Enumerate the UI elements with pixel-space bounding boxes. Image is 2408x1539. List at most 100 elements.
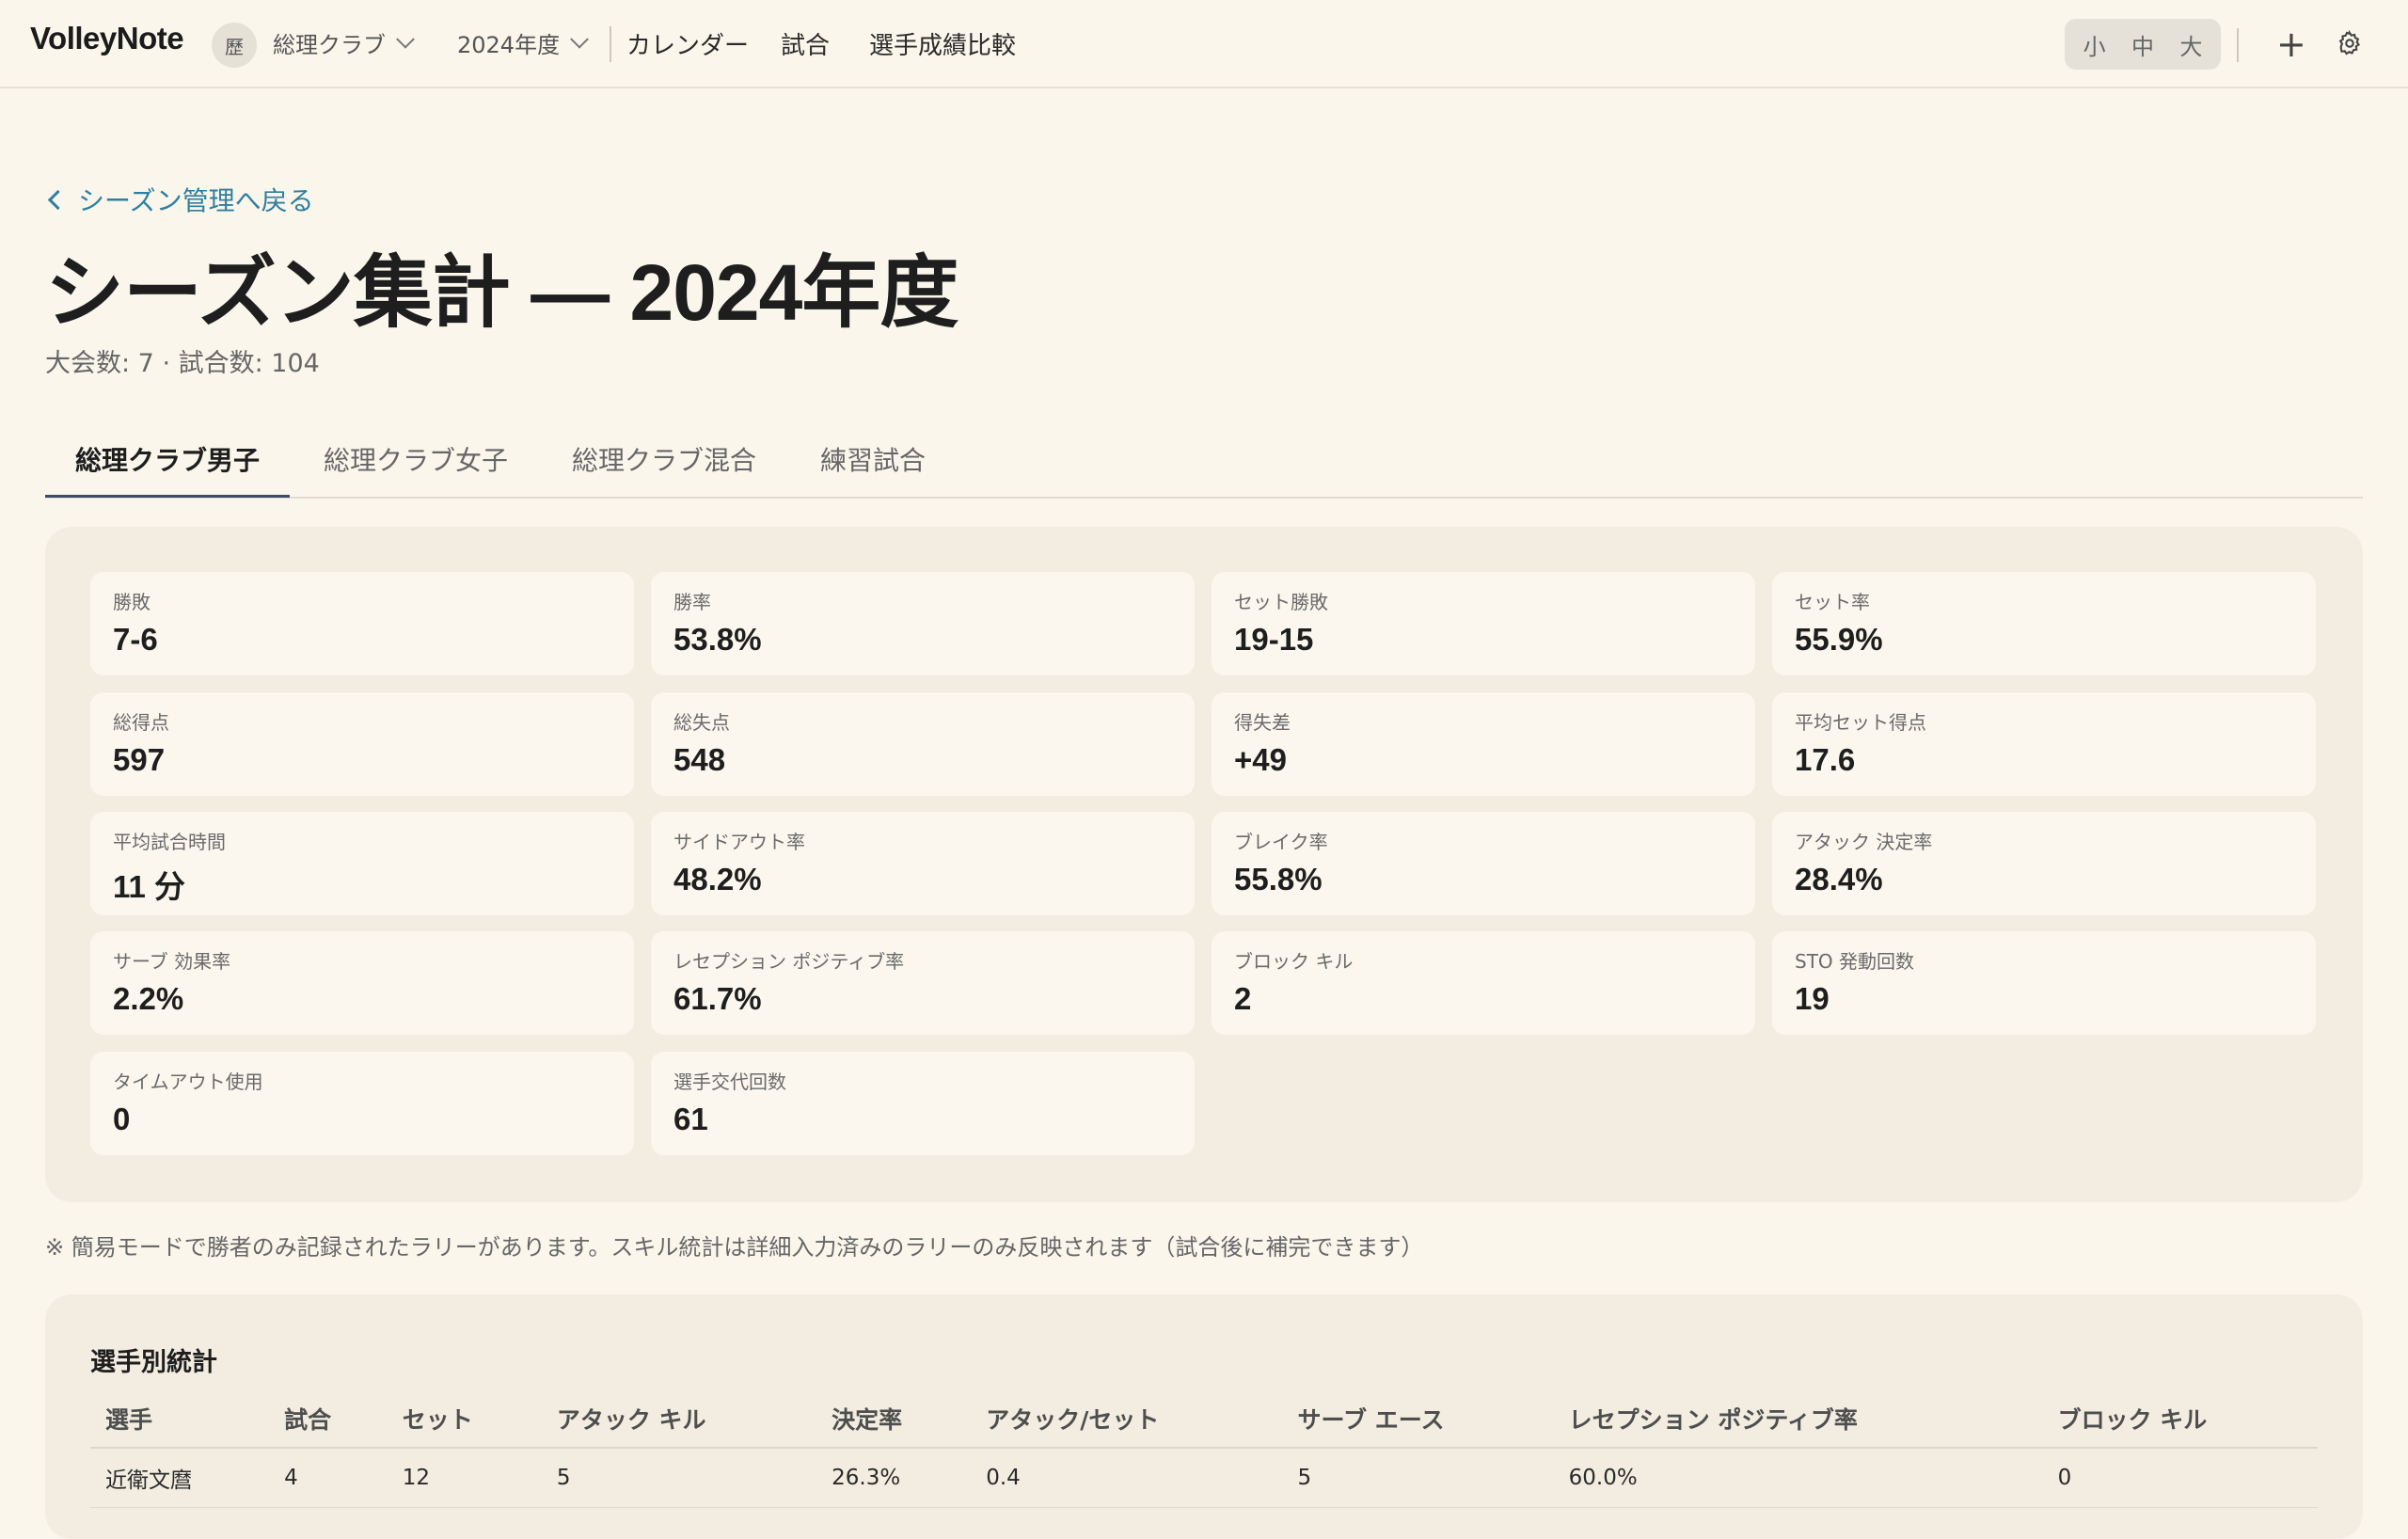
- stat-value: 19-15: [1234, 622, 1314, 657]
- chevron-down-icon: [396, 29, 415, 49]
- column-header[interactable]: 決定率: [816, 1388, 972, 1449]
- stat-card: サーブ 効果率 2.2%: [90, 931, 634, 1035]
- tab-women[interactable]: 総理クラブ女子: [293, 440, 538, 495]
- stat-value: 55.8%: [1234, 862, 1323, 896]
- stat-value: 17.6: [1795, 742, 1856, 777]
- player-stats-table: 選手 試合 セット アタック キル 決定率 アタック/セット サーブ エース レ…: [90, 1388, 2318, 1508]
- stat-card: レセプション ポジティブ率 61.7%: [651, 931, 1195, 1035]
- stat-value: 11 分: [113, 869, 186, 904]
- page-title: シーズン集計 — 2024年度: [45, 248, 958, 337]
- column-header[interactable]: セット: [387, 1388, 542, 1449]
- stat-label: 平均セット得点: [1795, 711, 1926, 734]
- stat-value: 2: [1234, 981, 1252, 1016]
- nav-divider: [2237, 28, 2239, 62]
- table-cell: 0: [2042, 1448, 2318, 1508]
- table-cell: 12: [387, 1448, 542, 1508]
- stat-card: セット率 55.9%: [1772, 572, 2316, 675]
- nav-matches[interactable]: 試合: [781, 26, 830, 61]
- season-summary-panel: 勝敗 7-6 勝率 53.8% セット勝敗 19-15 セット率 55.9% 総得点 59…: [45, 527, 2363, 1202]
- column-header[interactable]: アタック/セット: [971, 1388, 1283, 1449]
- stat-card: STO 発動回数 19: [1772, 931, 2316, 1035]
- club-avatar[interactable]: 歷: [212, 23, 257, 68]
- table-cell: 5: [1282, 1448, 1554, 1508]
- stat-label: ブロック キル: [1234, 950, 1354, 973]
- column-header[interactable]: レセプション ポジティブ率: [1553, 1388, 2043, 1449]
- stat-value: 548: [673, 742, 726, 777]
- stat-label: アタック 決定率: [1795, 831, 1933, 853]
- table-row[interactable]: 近衛文麿 4 12 5 26.3% 0.4 5 60.0% 0: [90, 1448, 2318, 1508]
- stat-label: 選手交代回数: [673, 1071, 786, 1093]
- stat-card: 平均試合時間 11 分: [90, 812, 634, 915]
- stat-card: アタック 決定率 28.4%: [1772, 812, 2316, 915]
- simple-mode-note: ※ 簡易モードで勝者のみ記録されたラリーがあります。スキル統計は詳細入力済みのラ…: [45, 1234, 1424, 1261]
- font-size-medium[interactable]: 中: [2131, 28, 2154, 61]
- stat-label: 勝率: [673, 591, 711, 613]
- stat-card: 平均セット得点 17.6: [1772, 692, 2316, 796]
- stat-label: 総得点: [113, 711, 169, 734]
- chevron-left-icon: [47, 189, 69, 210]
- table-cell: 60.0%: [1553, 1448, 2043, 1508]
- plus-icon[interactable]: +: [2276, 23, 2306, 66]
- stat-value: 2.2%: [113, 981, 184, 1016]
- stat-card: ブレイク率 55.8%: [1212, 812, 1755, 915]
- column-header[interactable]: 試合: [269, 1388, 388, 1449]
- player-stats-panel: 選手別統計 選手 試合 セット アタック キル 決定率 アタック/セット サーブ…: [45, 1294, 2363, 1539]
- column-header[interactable]: サーブ エース: [1282, 1388, 1554, 1449]
- stat-label: サイドアウト率: [673, 831, 805, 853]
- stat-label: ブレイク率: [1234, 831, 1328, 853]
- nav-calendar[interactable]: カレンダー: [626, 26, 749, 61]
- back-link-label: シーズン管理へ戻る: [78, 185, 314, 216]
- stat-value: 55.9%: [1795, 622, 1883, 657]
- top-nav-bar: VolleyNote 歷 総理クラブ 2024年度 カレンダー 試合 選手成績比…: [0, 0, 2408, 88]
- nav-divider: [610, 26, 611, 62]
- back-to-season-link[interactable]: シーズン管理へ戻る: [45, 181, 314, 218]
- stat-value: 53.8%: [673, 622, 762, 657]
- stat-value: 597: [113, 742, 166, 777]
- year-selector-label: 2024年度: [457, 32, 561, 58]
- table-cell: 5: [541, 1448, 817, 1508]
- stat-value: 7-6: [113, 622, 158, 657]
- stat-label: タイムアウト使用: [113, 1071, 263, 1093]
- font-size-large[interactable]: 大: [2179, 28, 2202, 61]
- gear-icon[interactable]: [2337, 30, 2363, 56]
- year-selector[interactable]: 2024年度: [457, 26, 589, 59]
- tab-practice[interactable]: 練習試合: [790, 440, 956, 495]
- font-size-toggle: 小 中 大: [2065, 19, 2221, 70]
- stat-card: 総失点 548: [651, 692, 1195, 796]
- stat-value: +49: [1234, 742, 1287, 777]
- stat-card: ブロック キル 2: [1212, 931, 1755, 1035]
- team-tabs: 総理クラブ男子 総理クラブ女子 総理クラブ混合 練習試合: [45, 429, 2363, 499]
- column-header[interactable]: ブロック キル: [2042, 1388, 2318, 1449]
- stat-card: 選手交代回数 61: [651, 1052, 1195, 1155]
- column-header[interactable]: アタック キル: [541, 1388, 817, 1449]
- table-cell: 26.3%: [816, 1448, 972, 1508]
- stat-value: 0: [113, 1102, 131, 1136]
- stat-card: サイドアウト率 48.2%: [651, 812, 1195, 915]
- stat-value: 28.4%: [1795, 862, 1883, 896]
- tab-mixed[interactable]: 総理クラブ混合: [542, 440, 786, 495]
- player-name-cell: 近衛文麿: [90, 1448, 270, 1508]
- club-selector-label: 総理クラブ: [273, 32, 386, 58]
- stat-card: 勝敗 7-6: [90, 572, 634, 675]
- stat-value: 61.7%: [673, 981, 762, 1016]
- stat-label: 総失点: [673, 711, 730, 734]
- player-stats-title: 選手別統計: [90, 1348, 217, 1377]
- stat-label: STO 発動回数: [1795, 950, 1915, 973]
- stat-value: 61: [673, 1102, 708, 1136]
- chevron-down-icon: [570, 29, 589, 49]
- stat-card: 勝率 53.8%: [651, 572, 1195, 675]
- stat-label: 勝敗: [113, 591, 150, 613]
- app-logo[interactable]: VolleyNote: [30, 21, 184, 56]
- font-size-small[interactable]: 小: [2083, 28, 2106, 61]
- page-subtitle: 大会数: 7 · 試合数: 104: [45, 349, 320, 378]
- column-header[interactable]: 選手: [90, 1388, 270, 1449]
- stat-label: セット率: [1795, 591, 1870, 613]
- nav-player-comparison[interactable]: 選手成績比較: [869, 26, 1016, 61]
- tab-men[interactable]: 総理クラブ男子: [45, 440, 291, 498]
- table-cell: 4: [269, 1448, 388, 1508]
- stat-label: レセプション ポジティブ率: [673, 950, 905, 973]
- stat-card: 得失差 +49: [1212, 692, 1755, 796]
- stat-card: タイムアウト使用 0: [90, 1052, 634, 1155]
- stat-label: サーブ 効果率: [113, 950, 231, 973]
- club-selector[interactable]: 総理クラブ: [273, 26, 415, 59]
